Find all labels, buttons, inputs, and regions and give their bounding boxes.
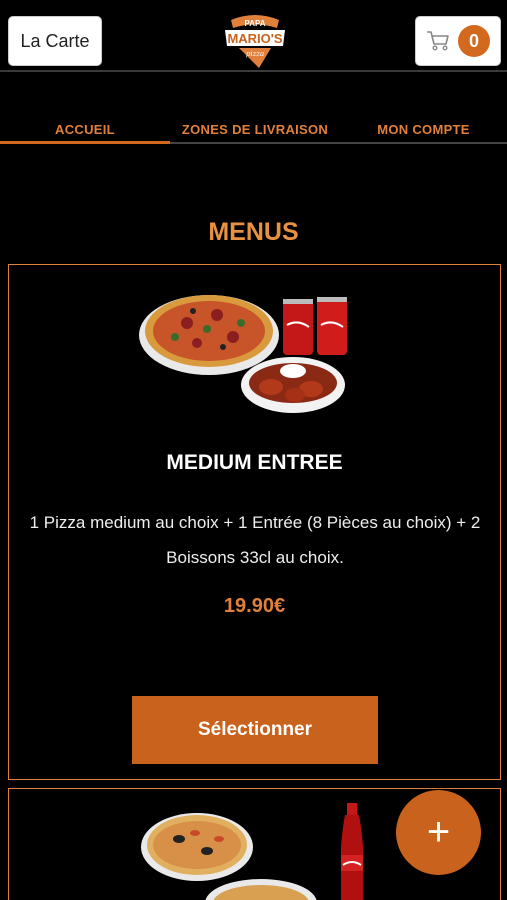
menu-image xyxy=(139,295,347,413)
select-button[interactable]: Sélectionner xyxy=(132,696,378,764)
cart-button[interactable]: 0 xyxy=(415,16,501,66)
cart-icon xyxy=(427,31,449,51)
logo-sub-text: pizza xyxy=(246,50,264,58)
menu-price: 19.90€ xyxy=(223,595,286,617)
top-bar: La Carte PAPA MARIO'S pizza 0 xyxy=(0,0,507,72)
menu-name: MEDIUM ENTREE xyxy=(166,451,343,474)
add-button[interactable]: + xyxy=(396,790,481,875)
tab-mon-compte[interactable]: MON COMPTE xyxy=(340,112,507,146)
menu-image xyxy=(141,803,363,900)
coca-cola-bottle-icon xyxy=(341,803,363,900)
active-tab-indicator xyxy=(0,141,170,144)
logo-main-text: MARIO'S xyxy=(227,31,282,46)
pizza-icon xyxy=(139,295,279,375)
tab-zones-de-livraison[interactable]: ZONES DE LIVRAISON xyxy=(170,112,340,146)
chicken-wings-icon xyxy=(241,357,345,413)
coca-cola-can-icon xyxy=(283,297,347,355)
papa-marios-logo[interactable]: PAPA MARIO'S pizza xyxy=(219,12,291,70)
section-title: MENUS xyxy=(208,218,299,246)
la-carte-button[interactable]: La Carte xyxy=(8,16,102,66)
pizza-icon xyxy=(141,813,317,900)
cart-count-badge: 0 xyxy=(458,25,490,57)
menu-card: MEDIUM ENTREE 1 Pizza medium au choix + … xyxy=(8,264,501,780)
logo-top-text: PAPA xyxy=(244,19,265,28)
menu-description: 1 Pizza medium au choix + 1 Entrée (8 Pi… xyxy=(29,513,481,567)
